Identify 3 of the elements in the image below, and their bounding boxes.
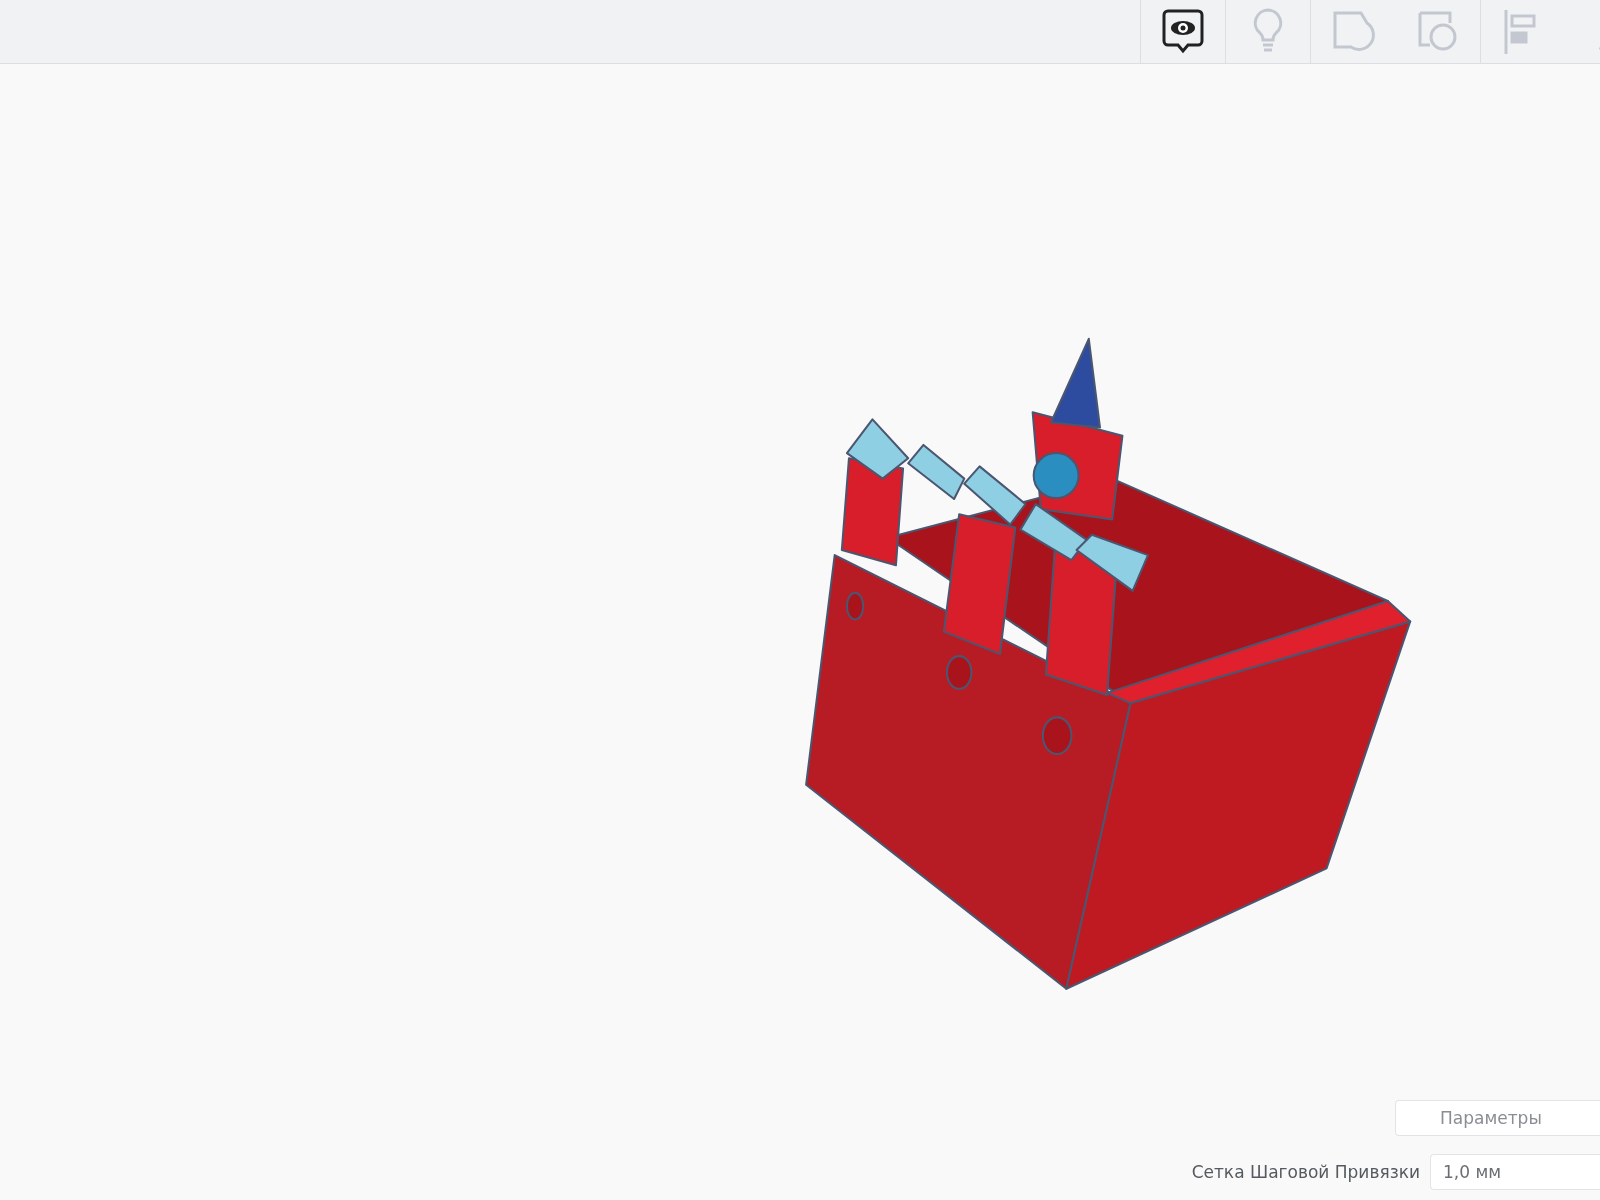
settings-button[interactable]: Параметры xyxy=(1395,1100,1600,1136)
snap-grid-label: Сетка Шаговой Привязки xyxy=(1191,1162,1420,1182)
snap-grid-field[interactable]: 1,0 мм xyxy=(1430,1154,1600,1190)
